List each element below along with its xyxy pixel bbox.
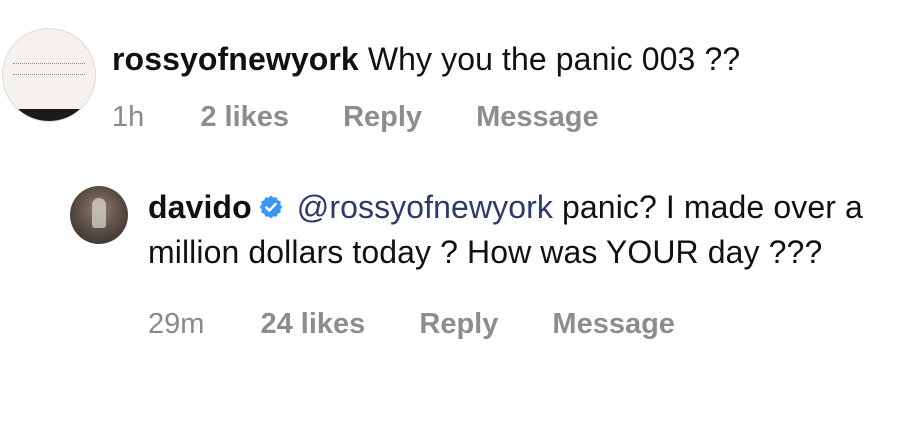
comment-mention[interactable]: @rossyofnewyork [297, 189, 553, 225]
comment-username[interactable]: rossyofnewyork [112, 41, 359, 77]
comment-thread: rossyofnewyork Why you the panic 003 ?? … [0, 0, 912, 424]
comment-text-row: rossyofnewyork Why you the panic 003 ?? [112, 38, 892, 81]
comment-username[interactable]: davido [148, 189, 252, 225]
comment: davido @rossyofnewyork panic? I made ove… [148, 186, 898, 341]
comment-text-row: davido @rossyofnewyork panic? I made ove… [148, 186, 898, 274]
avatar[interactable] [70, 186, 128, 244]
comment-time: 1h [112, 101, 145, 133]
comment-meta: 1h 2 likes Reply Message [112, 101, 892, 134]
comment-likes[interactable]: 2 likes [200, 101, 289, 134]
comment: rossyofnewyork Why you the panic 003 ?? … [112, 38, 892, 134]
verified-badge-icon [258, 188, 284, 231]
comment-meta: 29m 24 likes Reply Message [148, 308, 898, 341]
comment-body: Why you the panic 003 ?? [367, 41, 741, 77]
avatar[interactable] [2, 28, 96, 122]
comment-likes[interactable]: 24 likes [260, 308, 365, 341]
reply-button[interactable]: Reply [419, 308, 498, 341]
message-button[interactable]: Message [476, 101, 599, 134]
comment-time: 29m [148, 308, 205, 340]
reply-button[interactable]: Reply [343, 101, 422, 134]
message-button[interactable]: Message [552, 308, 675, 341]
